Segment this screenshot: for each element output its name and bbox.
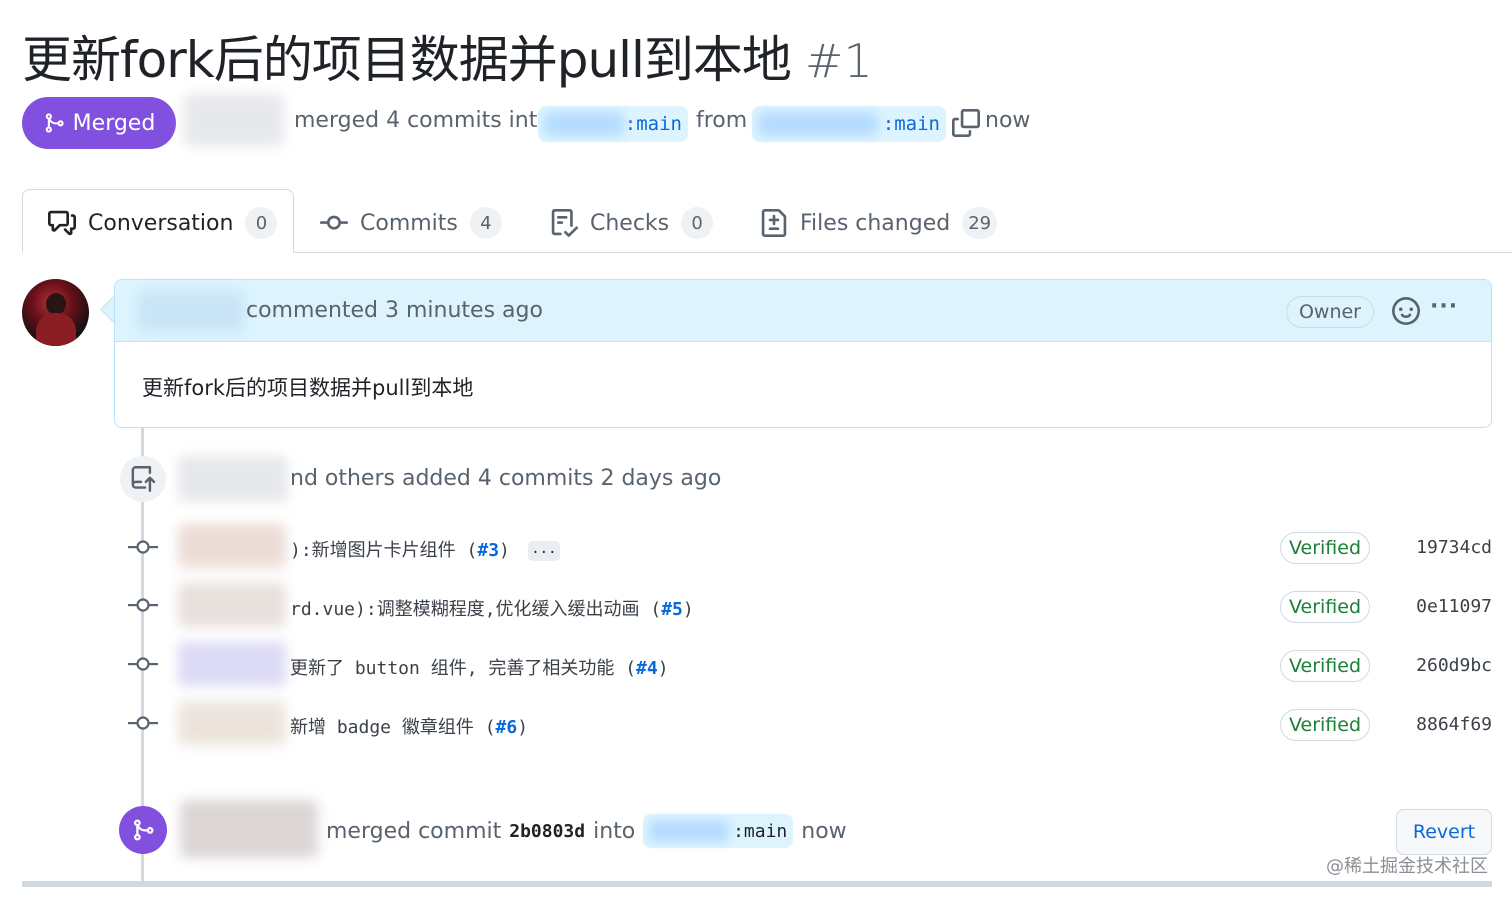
commit-sha[interactable]: 0e11097 xyxy=(1400,596,1492,617)
watermark: @稀土掘金技术社区 xyxy=(1326,856,1488,877)
pr-title: 更新fork后的项目数据并pull到本地 xyxy=(22,31,792,89)
from-text: from xyxy=(696,108,748,133)
git-commit-icon xyxy=(320,215,348,230)
git-commit-node-icon xyxy=(128,540,158,554)
repo-push-icon-badge xyxy=(120,456,166,502)
git-merge-icon xyxy=(45,113,64,133)
merge-event-into: into xyxy=(593,818,636,844)
commit-message[interactable]: ):新增图片卡片组件 (#3)... xyxy=(290,536,560,562)
author-name-redacted[interactable] xyxy=(184,94,284,146)
checklist-icon xyxy=(551,209,578,237)
merge-event-text: merged commit 2b0803d into :main now xyxy=(326,814,847,848)
git-merge-icon xyxy=(134,819,154,841)
tab-conversation-label: Conversation xyxy=(88,210,234,236)
merged-status-badge: Merged xyxy=(22,97,176,149)
git-commit-node-icon xyxy=(128,716,158,730)
verified-badge[interactable]: Verified xyxy=(1280,591,1370,623)
tab-files-changed[interactable]: Files changed 29 xyxy=(760,200,998,246)
commit-sha[interactable]: 8864f69 xyxy=(1400,714,1492,735)
base-branch-name: :main xyxy=(624,113,682,135)
commit-author-redacted[interactable] xyxy=(178,583,286,627)
comment-author-avatar[interactable] xyxy=(22,279,89,346)
head-branch-owner-redacted xyxy=(758,112,878,136)
merge-event-prefix: merged commit xyxy=(326,818,502,844)
tab-files-changed-count: 29 xyxy=(962,207,998,239)
commit-message[interactable]: 新增 badge 徽章组件 (#6) xyxy=(290,713,528,739)
verified-badge[interactable]: Verified xyxy=(1280,709,1370,741)
head-branch-label[interactable]: :main xyxy=(752,106,946,142)
pr-title-row: 更新fork后的项目数据并pull到本地 #1 xyxy=(22,20,873,90)
tab-checks[interactable]: Checks 0 xyxy=(550,200,714,246)
commit-sha[interactable]: 260d9bc xyxy=(1400,655,1492,676)
merge-time: now xyxy=(985,108,1031,133)
commit-author-redacted[interactable] xyxy=(178,701,286,745)
verified-badge[interactable]: Verified xyxy=(1280,532,1370,564)
merge-target-branch-name: :main xyxy=(733,820,788,842)
commenter-name-redacted[interactable] xyxy=(138,291,244,331)
kebab-more-icon[interactable]: ··· xyxy=(1430,294,1458,319)
tab-commits[interactable]: Commits 4 xyxy=(320,200,502,246)
copy-icon[interactable] xyxy=(952,109,980,137)
owner-badge: Owner xyxy=(1285,296,1374,328)
commit-author-redacted[interactable] xyxy=(178,524,286,568)
tab-commits-label: Commits xyxy=(360,210,458,236)
revert-button[interactable]: Revert xyxy=(1396,809,1492,855)
smiley-icon[interactable] xyxy=(1392,297,1420,325)
repo-push-icon xyxy=(131,466,156,492)
git-commit-node-icon xyxy=(128,657,158,671)
merge-event-badge xyxy=(119,806,167,854)
verified-badge[interactable]: Verified xyxy=(1280,650,1370,682)
tab-checks-count: 0 xyxy=(681,207,714,239)
head-branch-name: :main xyxy=(882,113,940,135)
commits-added-text: nd others added 4 commits 2 days ago xyxy=(290,466,722,491)
comment-body: 更新fork后的项目数据并pull到本地 xyxy=(142,376,474,400)
merge-event-time: now xyxy=(801,818,847,844)
tab-conversation-count: 0 xyxy=(245,207,278,239)
base-branch-owner-redacted xyxy=(544,112,624,136)
timeline-footer-bar xyxy=(22,881,1492,887)
file-diff-icon xyxy=(761,209,787,237)
commit-author-redacted[interactable] xyxy=(178,642,286,686)
tab-commits-count: 4 xyxy=(469,207,502,239)
merge-target-branch[interactable]: :main xyxy=(643,814,794,848)
comment-discussion-icon xyxy=(48,210,76,236)
merge-target-owner-redacted xyxy=(649,820,730,842)
tab-files-changed-label: Files changed xyxy=(800,210,951,236)
base-branch-label[interactable]: :main xyxy=(538,106,688,142)
merge-summary-text: merged 4 commits into xyxy=(294,108,551,133)
tab-conversation[interactable]: Conversation 0 xyxy=(48,200,278,246)
commit-sha[interactable]: 19734cd xyxy=(1400,537,1492,558)
tab-checks-label: Checks xyxy=(590,210,670,236)
merged-status-label: Merged xyxy=(72,110,156,136)
comment-meta: commented 3 minutes ago xyxy=(246,298,543,323)
committer-name-redacted[interactable] xyxy=(178,456,288,502)
merge-commit-sha[interactable]: 2b0803d xyxy=(509,821,585,842)
expand-commit-button[interactable]: ... xyxy=(527,541,560,561)
commit-message[interactable]: rd.vue):调整模糊程度,优化缓入缓出动画 (#5) xyxy=(290,595,694,621)
pr-number: #1 xyxy=(804,34,873,88)
commit-message[interactable]: 更新了 button 组件, 完善了相关功能 (#4) xyxy=(290,654,669,680)
merger-name-redacted[interactable] xyxy=(180,800,318,858)
git-commit-node-icon xyxy=(128,598,158,612)
